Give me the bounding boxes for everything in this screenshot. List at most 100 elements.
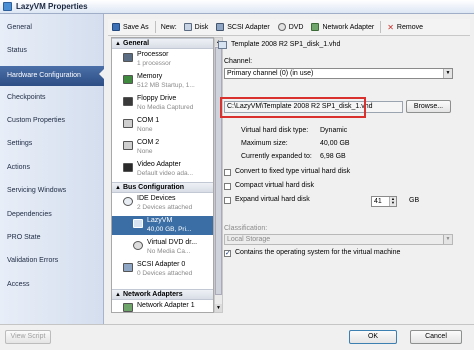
new-scsi-adapter-button[interactable]: SCSI Adapter — [212, 20, 273, 35]
tree-scrollbar[interactable]: ▲ ▼ — [214, 37, 223, 313]
nav-item-pro-state[interactable]: PRO State — [0, 230, 104, 246]
nav-item-validation-errors[interactable]: Validation Errors — [0, 253, 104, 269]
nav-item-actions[interactable]: Actions — [0, 160, 104, 176]
vhd-type-value: Dynamic — [320, 127, 348, 134]
hw-name: COM 2 — [137, 139, 160, 146]
nav-item-general[interactable]: General — [0, 20, 104, 36]
hw-scsi-adapter[interactable]: SCSI Adapter 0 0 Devices attached — [112, 260, 213, 279]
nav-item-custom-properties[interactable]: Custom Properties — [0, 113, 104, 129]
new-dvd-button[interactable]: DVD — [274, 20, 308, 35]
convert-fixed-checkbox[interactable] — [224, 169, 231, 176]
nav-item-access[interactable]: Access — [0, 277, 104, 293]
hw-ide-devices[interactable]: IDE Devices 2 Devices attached — [112, 194, 213, 213]
nav-item-dependencies[interactable]: Dependencies — [0, 207, 104, 223]
remove-icon: ✕ — [387, 22, 394, 32]
hw-floppy-drive[interactable]: Floppy Drive No Media Captured — [112, 94, 213, 113]
hw-sub: 40,00 GB, Pri... — [147, 226, 192, 233]
toolbar-separator — [380, 21, 382, 33]
left-nav: General Status Hardware Configuration Ch… — [0, 14, 105, 324]
section-general[interactable]: ▲ General — [112, 38, 213, 49]
channel-selected-value: Primary channel (0) (in use) — [227, 70, 314, 77]
ok-button[interactable]: OK — [349, 330, 397, 344]
hw-sub: No Media Captured — [137, 104, 194, 111]
hw-video-adapter[interactable]: Video Adapter Default video ada... — [112, 160, 213, 179]
view-script-button[interactable]: View Script — [5, 330, 51, 344]
hardware-tree: ▲ General Processor 1 processor Memory 51… — [111, 37, 214, 313]
expand-label: Expand virtual hard disk — [235, 196, 310, 203]
remove-button[interactable]: ✕ Remove — [383, 20, 427, 35]
hw-name: COM 1 — [137, 117, 160, 124]
save-as-button[interactable]: Save As — [108, 20, 153, 35]
collapse-icon: ▲ — [115, 292, 121, 298]
hw-sub: 1 processor — [137, 60, 171, 67]
floppy-icon — [123, 97, 133, 106]
scsi-adapter-label: SCSI Adapter — [227, 23, 270, 31]
chevron-down-icon: ▼ — [443, 235, 452, 244]
title-bar: LazyVM Properties — [0, 0, 474, 14]
hw-name: Virtual DVD dr... — [147, 239, 198, 246]
new-disk-button[interactable]: Disk — [180, 20, 213, 35]
toolbar-separator — [154, 21, 156, 33]
classification-selected-value: Local Storage — [227, 236, 271, 243]
section-general-label: General — [123, 40, 150, 47]
nav-item-settings[interactable]: Settings — [0, 136, 104, 152]
hw-sub: 0 Devices attached — [137, 270, 193, 277]
hw-name: Video Adapter — [137, 161, 181, 168]
hw-lazyvm-disk[interactable]: LazyVM 40,00 GB, Pri... — [112, 216, 213, 235]
classification-select[interactable]: Local Storage ▼ — [224, 234, 453, 245]
nav-item-hardware-configuration[interactable]: Hardware Configuration — [0, 66, 105, 86]
scroll-down-icon[interactable]: ▼ — [215, 304, 222, 312]
processor-icon — [123, 53, 133, 62]
hw-name: Processor — [137, 51, 169, 58]
section-bus-label: Bus Configuration — [123, 184, 185, 191]
scsi-icon — [123, 263, 133, 272]
scsi-adapter-icon — [216, 23, 225, 31]
expand-checkbox[interactable] — [224, 197, 231, 204]
scrollbar-thumb[interactable] — [215, 47, 222, 295]
contains-os-checkbox[interactable] — [224, 249, 231, 257]
hw-name: Memory — [137, 73, 163, 80]
browse-button[interactable]: Browse... — [406, 100, 451, 113]
stepper-arrows-icon[interactable]: ▲ ▼ — [389, 197, 396, 206]
nav-item-checkpoints[interactable]: Checkpoints — [0, 90, 104, 106]
dvd-icon — [277, 23, 286, 31]
hard-disk-icon — [133, 219, 143, 228]
chevron-down-icon: ▼ — [443, 69, 452, 78]
hw-name: Floppy Drive — [137, 95, 177, 102]
contains-os-label: Contains the operating system for the vi… — [235, 249, 401, 256]
channel-select[interactable]: Primary channel (0) (in use) ▼ — [224, 68, 453, 79]
hw-com1[interactable]: COM 1 None — [112, 116, 213, 135]
save-as-label: Save As — [123, 23, 149, 31]
expand-size-stepper[interactable]: 41 ▲ ▼ — [371, 196, 397, 207]
hw-sub: No Media Ca... — [147, 248, 191, 255]
window-title: LazyVM Properties — [16, 2, 88, 11]
current-size-value: 6,98 GB — [320, 153, 346, 160]
channel-label: Channel: — [224, 58, 253, 65]
new-network-adapter-button[interactable]: Network Adapter — [307, 20, 378, 35]
new-label: New: — [160, 23, 177, 31]
remove-label: Remove — [396, 23, 423, 31]
hw-virtual-dvd-drive[interactable]: Virtual DVD dr... No Media Ca... — [112, 238, 213, 257]
hw-name: Network Adapter 1 — [137, 302, 195, 309]
convert-fixed-label: Convert to fixed type virtual hard disk — [235, 168, 351, 175]
ide-icon — [123, 197, 133, 206]
memory-icon — [123, 75, 133, 84]
section-bus-configuration[interactable]: ▲ Bus Configuration — [112, 182, 213, 193]
expand-unit-label: GB — [409, 197, 420, 204]
hw-network-adapter-1[interactable]: Network Adapter 1 — [112, 301, 213, 312]
compact-checkbox[interactable] — [224, 183, 231, 190]
nav-item-servicing-windows[interactable]: Servicing Windows — [0, 183, 104, 199]
classification-label: Classification: — [224, 225, 268, 232]
network-adapter-label: Network Adapter — [322, 23, 375, 31]
hw-name: IDE Devices — [137, 195, 176, 202]
nav-item-status[interactable]: Status — [0, 43, 104, 59]
dvd-drive-icon — [133, 241, 143, 250]
hw-com2[interactable]: COM 2 None — [112, 138, 213, 157]
hw-sub: Default video ada... — [137, 170, 194, 177]
com-port-icon — [123, 141, 133, 150]
hw-processor[interactable]: Processor 1 processor — [112, 50, 213, 69]
monitor-icon — [123, 163, 133, 172]
section-network-adapters[interactable]: ▲ Network Adapters — [112, 289, 213, 300]
hw-memory[interactable]: Memory 512 MB Startup, 1... — [112, 72, 213, 91]
cancel-button[interactable]: Cancel — [410, 330, 462, 344]
